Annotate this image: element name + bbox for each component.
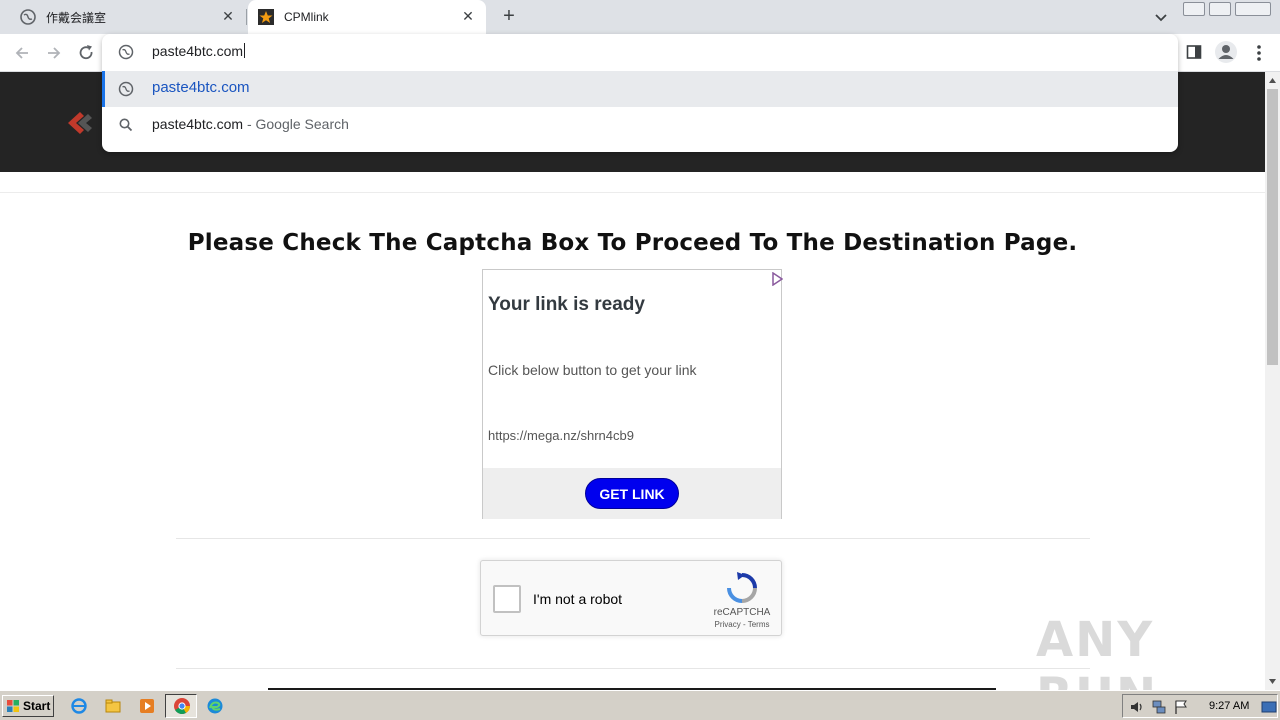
profile-avatar[interactable] [1215,41,1237,63]
restore-button[interactable] [1209,2,1231,16]
suggestion-suffix: - Google Search [243,116,349,132]
start-button[interactable]: Start [2,695,54,717]
watermark: ANY RUN [1036,612,1156,690]
omnibox-dropdown: paste4btc.com paste4btc.com paste4btc.co… [102,34,1178,152]
tab-title: 作戴会議室 [46,10,107,25]
start-label: Start [23,699,51,713]
recaptcha-logo-icon [727,572,757,603]
star-favicon-icon [258,9,274,25]
tab-separator [246,9,247,25]
person-icon [1218,45,1234,59]
tab-title: CPMlink [284,10,329,24]
globe-icon [118,44,134,60]
globe-icon [118,81,134,97]
suggestion-text: paste4btc.com - Google Search [152,116,349,132]
divider [176,538,1090,539]
file-explorer-icon[interactable] [104,697,122,715]
back-arrow-icon[interactable] [12,43,32,63]
scroll-down-icon[interactable] [1268,677,1277,686]
scroll-up-icon[interactable] [1268,76,1277,85]
recaptcha-links[interactable]: Privacy - Terms [707,620,777,629]
page-headline: Please Check The Captcha Box To Proceed … [187,230,1078,256]
divider [0,192,1265,193]
new-tab-button[interactable]: + [498,6,520,28]
ad-url: https://mega.nz/shrn4cb9 [488,428,634,443]
clock: 9:27 AM [1209,700,1250,712]
address-bar[interactable]: paste4btc.com [102,34,1178,71]
site-logo-icon[interactable] [66,108,102,138]
ad-footer: GET LINK [483,468,781,519]
web-page: Please Check The Captcha Box To Proceed … [0,72,1265,690]
network-icon[interactable] [1151,699,1167,715]
omnibox-suggestion-url[interactable]: paste4btc.com [102,71,1178,107]
recaptcha-checkbox[interactable] [493,585,521,613]
recaptcha-widget: I'm not a robot reCAPTCHA Privacy - Term… [480,560,782,636]
ad-choices-icon[interactable] [771,272,783,286]
more-menu-icon[interactable] [1252,42,1266,64]
address-input[interactable]: paste4btc.com [152,43,245,59]
windows-logo-icon [7,700,19,712]
ad-title: Your link is ready [488,294,645,315]
ad-box[interactable]: Your link is ready Click below button to… [482,269,783,519]
search-icon [119,118,133,132]
globe-icon [20,9,36,25]
omnibox-suggestion-search[interactable]: paste4btc.com - Google Search [102,107,1178,143]
tab-strip: 作戴会議室 ✕ CPMlink ✕ + [0,0,1280,34]
side-panel-icon[interactable] [1186,44,1202,60]
chrome-taskbar-button[interactable] [165,694,197,718]
scroll-thumb[interactable] [1267,89,1278,365]
tab-cpmlink[interactable]: CPMlink ✕ [248,0,486,34]
close-icon[interactable]: ✕ [460,8,476,24]
reload-icon[interactable] [76,43,96,63]
internet-explorer-icon[interactable] [70,697,88,715]
recaptcha-label: I'm not a robot [533,591,623,607]
divider [176,668,1090,669]
tab-meeting-room[interactable]: 作戴会議室 ✕ [8,0,246,34]
volume-icon[interactable] [1129,699,1145,715]
edge-icon[interactable] [206,697,224,715]
chrome-icon [174,698,190,714]
ad-description: Click below button to get your link [488,362,697,378]
suggestion-text: paste4btc.com [152,79,250,96]
flag-icon[interactable] [1173,699,1189,715]
recaptcha-brand: reCAPTCHA [713,607,771,618]
forward-arrow-icon[interactable] [44,43,64,63]
system-tray: 9:27 AM [1122,694,1278,718]
close-window-button[interactable] [1235,2,1271,16]
taskbar: Start 9:27 AM [0,690,1280,720]
page-scrollbar[interactable] [1265,72,1280,690]
chevron-down-icon[interactable] [1152,8,1170,26]
close-icon[interactable]: ✕ [220,8,236,24]
minimize-button[interactable] [1183,2,1205,16]
media-player-icon[interactable] [138,697,156,715]
show-desktop-icon[interactable] [1261,699,1277,715]
get-link-button[interactable]: GET LINK [585,478,679,509]
